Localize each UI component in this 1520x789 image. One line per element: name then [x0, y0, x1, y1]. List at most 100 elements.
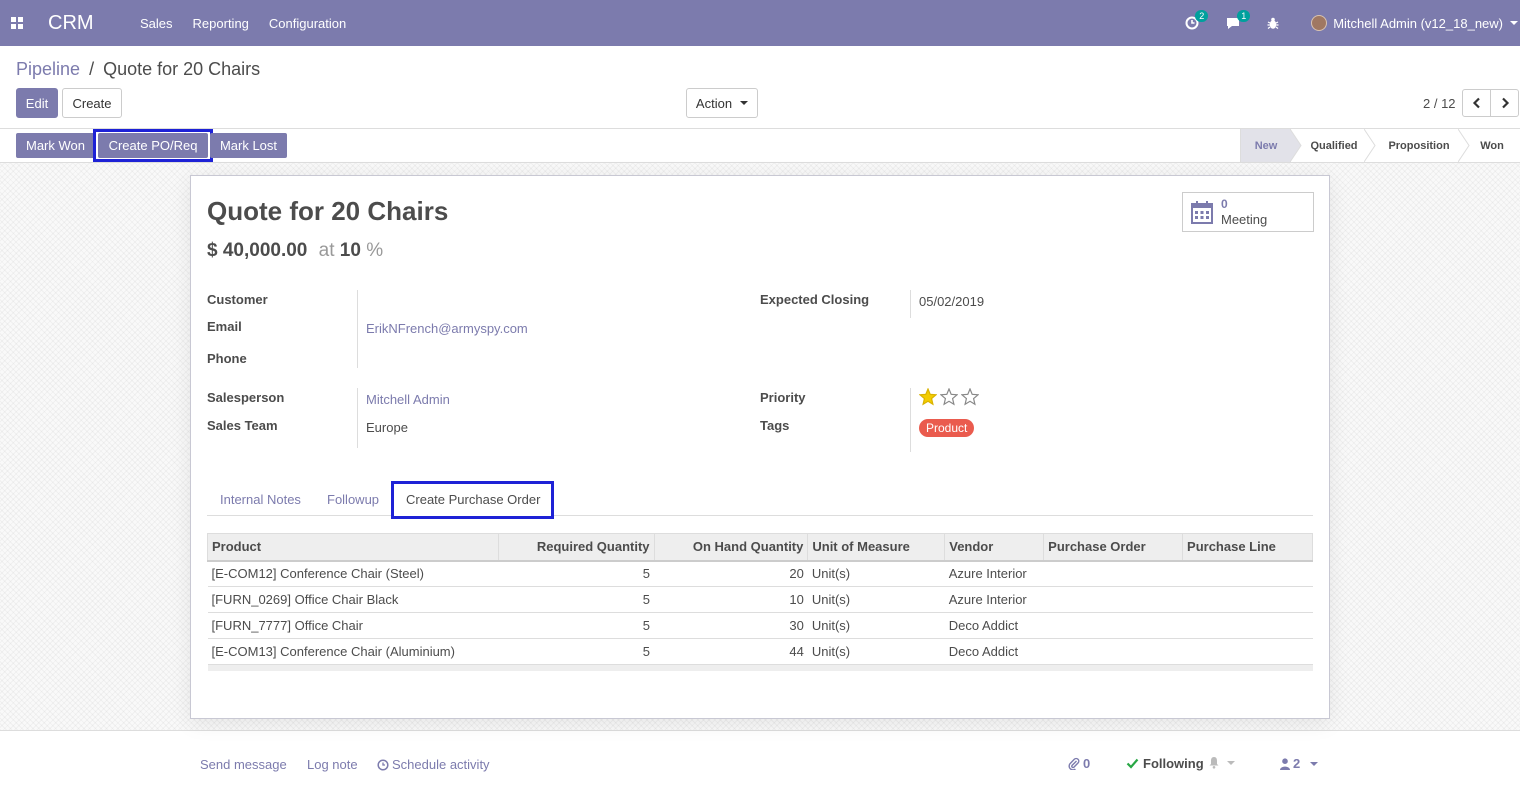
email-value[interactable]: ErikNFrench@armyspy.com — [366, 321, 528, 336]
following-button[interactable]: Following — [1126, 756, 1204, 771]
pager-next-button[interactable] — [1490, 89, 1519, 117]
col-purchase-line[interactable]: Purchase Line — [1182, 533, 1313, 562]
col-product[interactable]: Product — [207, 533, 499, 562]
bell-icon — [1209, 757, 1219, 769]
meeting-label: Meeting — [1221, 212, 1268, 227]
phone-label: Phone — [207, 351, 247, 366]
expected-revenue[interactable]: $ 40,000.00 — [207, 240, 307, 261]
table-row[interactable]: [FURN_7777] Office Chair 5 30 Unit(s) De… — [207, 612, 1313, 639]
systray: 2 1 Mitchell Admin (v12_18_new) — [1185, 0, 1520, 46]
attachments-count: 0 — [1083, 756, 1091, 771]
apps-menu-icon[interactable] — [2, 0, 32, 46]
cell-purchase-line — [1182, 586, 1313, 613]
col-required-quantity[interactable]: Required Quantity — [497, 533, 655, 562]
star-empty-icon[interactable] — [940, 388, 958, 406]
messages-count-badge: 1 — [1237, 10, 1251, 22]
top-navbar: CRM Sales Reporting Configuration 2 1 Mi… — [0, 0, 1520, 46]
clock-icon — [377, 758, 389, 771]
create-po-button[interactable]: Create PO/Req — [98, 133, 208, 158]
notification-bell-button[interactable] — [1208, 756, 1235, 769]
attachments-button[interactable]: 0 — [1068, 756, 1090, 771]
create-button[interactable]: Create — [62, 88, 122, 118]
meeting-smart-button[interactable]: 0 Meeting — [1182, 192, 1314, 232]
user-icon — [1280, 757, 1290, 770]
send-message-button[interactable]: Send message — [200, 757, 287, 772]
stage-new[interactable]: New — [1241, 129, 1291, 162]
cell-vendor: Azure Interior — [944, 560, 1044, 587]
cell-unit-of-measure: Unit(s) — [807, 560, 945, 587]
notebook-tabs: Internal Notes Followup Create Purchase … — [207, 482, 1313, 516]
cell-unit-of-measure: Unit(s) — [807, 638, 945, 665]
sales-team-value[interactable]: Europe — [366, 420, 408, 435]
sales-team-label: Sales Team — [207, 418, 278, 433]
menu-reporting[interactable]: Reporting — [193, 16, 249, 31]
col-purchase-order[interactable]: Purchase Order — [1043, 533, 1184, 562]
percent-label: % — [366, 240, 384, 261]
user-menu[interactable]: Mitchell Admin (v12_18_new) — [1311, 15, 1518, 31]
user-avatar — [1311, 15, 1328, 31]
followers-button[interactable]: 2 — [1280, 756, 1319, 771]
tab-followup[interactable]: Followup — [314, 482, 392, 516]
mark-won-button[interactable]: Mark Won — [16, 133, 95, 158]
activity-count-badge: 2 — [1195, 10, 1209, 22]
stage-arrow — [1458, 129, 1470, 162]
field-divider — [357, 290, 358, 368]
cell-product: [FURN_7777] Office Chair — [207, 612, 499, 639]
edit-button[interactable]: Edit — [16, 88, 58, 118]
tag-product[interactable]: Product — [919, 419, 975, 437]
cell-purchase-line — [1182, 638, 1313, 665]
cell-product: [E-COM13] Conference Chair (Aluminium) — [207, 638, 499, 665]
field-divider — [910, 290, 911, 318]
menu-sales[interactable]: Sales — [140, 16, 173, 31]
stage-arrow — [1364, 129, 1376, 162]
priority-stars[interactable] — [919, 388, 982, 406]
user-name: Mitchell Admin (v12_18_new) — [1333, 15, 1503, 31]
caret-down-icon — [1310, 761, 1319, 766]
cell-vendor: Azure Interior — [944, 586, 1044, 613]
purchase-lines-table: Product Required Quantity On Hand Quanti… — [207, 533, 1313, 671]
caret-down-icon — [1510, 21, 1518, 25]
schedule-activity-button[interactable]: Schedule activity — [377, 757, 490, 772]
messaging-menu[interactable]: 1 — [1225, 10, 1251, 30]
email-label: Email — [207, 319, 242, 334]
tab-internal-notes[interactable]: Internal Notes — [207, 482, 314, 516]
debug-menu[interactable] — [1267, 17, 1279, 30]
breadcrumb-pipeline[interactable]: Pipeline — [16, 59, 80, 79]
stage-won[interactable]: Won — [1472, 129, 1512, 162]
cell-purchase-order — [1043, 586, 1183, 613]
statusbar: Mark Won Create PO/Req Mark Lost New Qua… — [0, 129, 1520, 163]
col-on-hand-quantity[interactable]: On Hand Quantity — [653, 533, 809, 562]
star-empty-icon[interactable] — [961, 388, 979, 406]
record-title[interactable]: Quote for 20 Chairs — [207, 196, 448, 227]
cell-on-hand-quantity: 44 — [654, 638, 808, 665]
pager-value[interactable]: 2 / 12 — [1423, 96, 1456, 111]
expected-closing-value[interactable]: 05/02/2019 — [919, 294, 984, 309]
log-note-button[interactable]: Log note — [307, 757, 358, 772]
table-row[interactable]: [E-COM12] Conference Chair (Steel) 5 20 … — [207, 560, 1313, 587]
priority-label: Priority — [760, 390, 806, 405]
cell-product: [E-COM12] Conference Chair (Steel) — [207, 560, 499, 587]
cell-product: [FURN_0269] Office Chair Black — [207, 586, 499, 613]
stage-qualified[interactable]: Qualified — [1302, 129, 1366, 162]
mark-lost-button[interactable]: Mark Lost — [210, 133, 287, 158]
table-row[interactable]: [E-COM13] Conference Chair (Aluminium) 5… — [207, 638, 1313, 665]
breadcrumb-separator: / — [89, 59, 95, 79]
probability-value[interactable]: 10 — [340, 240, 361, 261]
col-unit-of-measure[interactable]: Unit of Measure — [807, 533, 946, 562]
revenue-line: $ 40,000.00 at 10 % — [207, 240, 383, 262]
stage-proposition[interactable]: Proposition — [1378, 129, 1460, 162]
activity-menu[interactable]: 2 — [1185, 10, 1209, 30]
app-name[interactable]: CRM — [48, 12, 140, 35]
table-row[interactable]: [FURN_0269] Office Chair Black 5 10 Unit… — [207, 586, 1313, 613]
action-dropdown[interactable]: Action — [686, 88, 758, 118]
cell-unit-of-measure: Unit(s) — [807, 586, 945, 613]
salesperson-value[interactable]: Mitchell Admin — [366, 392, 450, 407]
cell-purchase-line — [1182, 612, 1313, 639]
bug-icon — [1267, 17, 1279, 29]
col-vendor[interactable]: Vendor — [944, 533, 1045, 562]
pager-previous-button[interactable] — [1462, 89, 1491, 117]
star-filled-icon[interactable] — [919, 388, 937, 406]
at-label: at — [318, 240, 335, 261]
create-purchase-order-tab-highlight — [391, 481, 554, 519]
menu-configuration[interactable]: Configuration — [269, 16, 346, 31]
